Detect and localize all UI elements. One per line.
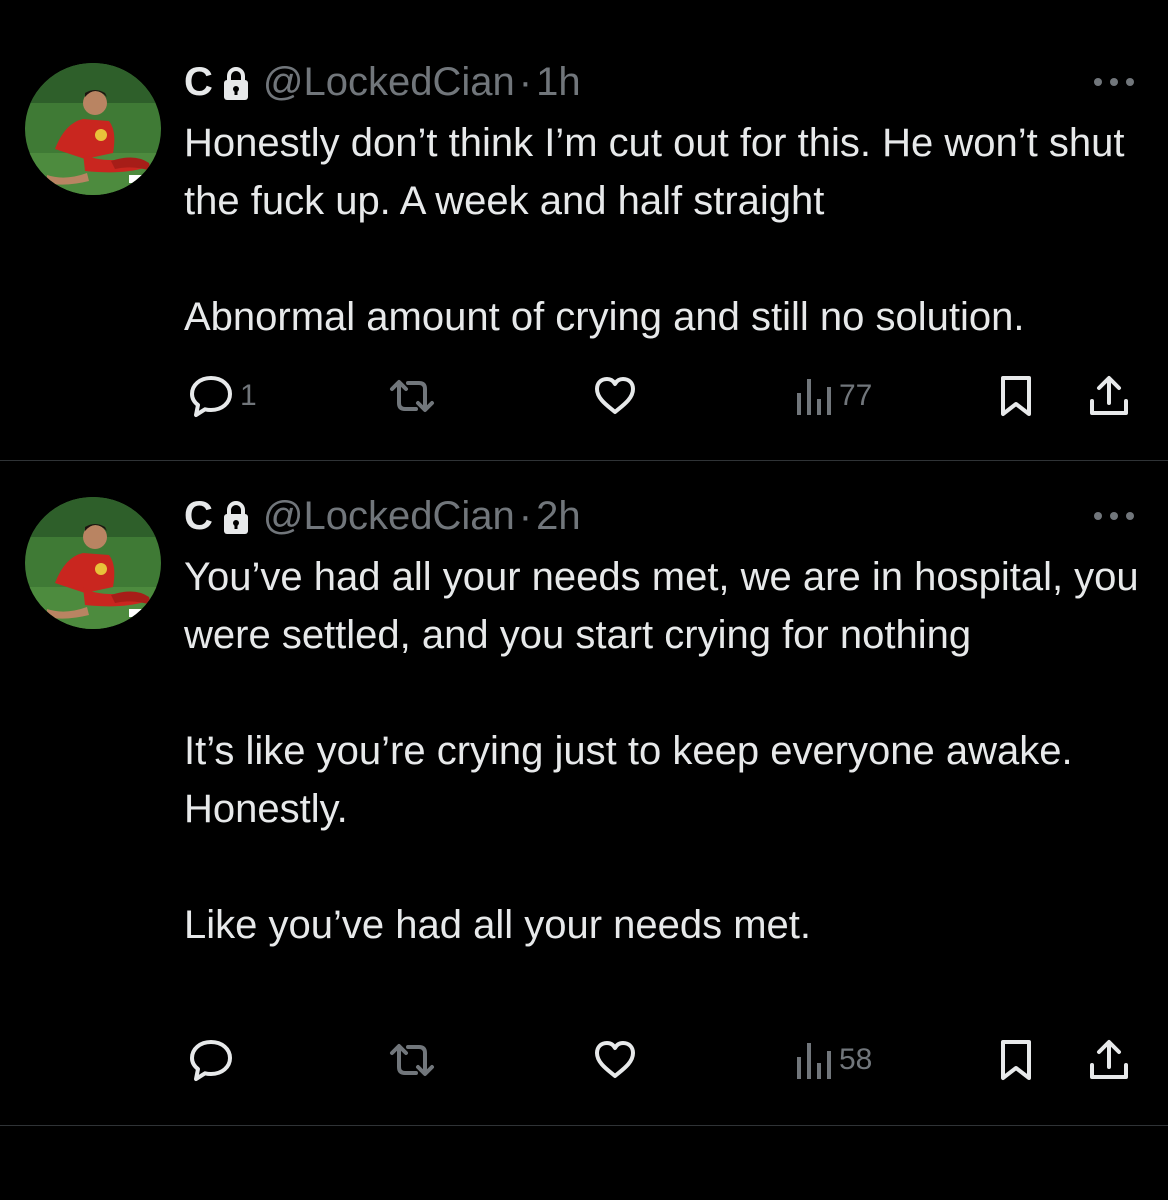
reply-button[interactable]: 1: [188, 371, 257, 421]
like-button[interactable]: [592, 1035, 644, 1085]
bookmark-icon: [996, 373, 1036, 419]
views-count: 58: [839, 1043, 873, 1076]
tweet-paragraph: It’s like you’re crying just to keep eve…: [184, 729, 1084, 831]
like-button[interactable]: [592, 371, 644, 421]
share-icon: [1086, 1037, 1132, 1083]
tweet-paragraph: Honestly don’t think I’m cut out for thi…: [184, 121, 1136, 223]
reply-button[interactable]: [188, 1035, 240, 1085]
retweet-button[interactable]: [386, 371, 444, 421]
views-button[interactable]: 77: [793, 371, 872, 421]
retweet-button[interactable]: [386, 1035, 444, 1085]
views-count: 77: [839, 379, 873, 412]
share-button[interactable]: [1086, 1035, 1132, 1085]
lock-icon: [223, 63, 249, 100]
tweet-text: Honestly don’t think I’m cut out for thi…: [184, 114, 1154, 346]
tweet[interactable]: C @LockedCian · 1h Honestly don’t think …: [0, 0, 1168, 460]
display-name[interactable]: C: [184, 491, 213, 541]
separator-dot: ·: [518, 60, 533, 104]
handle[interactable]: @LockedCian: [263, 57, 515, 107]
share-button[interactable]: [1086, 371, 1132, 421]
tweet-paragraph: You’ve had all your needs met, we are in…: [184, 555, 1150, 657]
timestamp[interactable]: 2h: [536, 491, 581, 541]
bookmark-icon: [996, 1037, 1036, 1083]
tweet-paragraph: Abnormal amount of crying and still no s…: [184, 295, 1025, 339]
handle[interactable]: @LockedCian: [263, 491, 515, 541]
heart-icon: [592, 373, 638, 419]
avatar[interactable]: [25, 63, 161, 195]
tweet-actions: 58: [0, 1035, 1168, 1085]
heart-icon: [592, 1037, 638, 1083]
divider: [0, 1125, 1168, 1126]
more-options-icon[interactable]: [1090, 72, 1138, 92]
avatar[interactable]: [25, 497, 161, 629]
reply-icon: [188, 373, 234, 419]
views-button[interactable]: 58: [793, 1035, 872, 1085]
retweet-icon: [386, 1037, 438, 1083]
views-icon: [793, 1037, 833, 1083]
reply-count: 1: [240, 379, 257, 412]
tweet-paragraph: Like you’ve had all your needs met.: [184, 903, 812, 947]
share-icon: [1086, 373, 1132, 419]
bookmark-button[interactable]: [996, 1035, 1036, 1085]
tweet-actions: 1 77: [0, 371, 1168, 421]
tweet-text: You’ve had all your needs met, we are in…: [184, 548, 1154, 954]
bookmark-button[interactable]: [996, 371, 1036, 421]
separator-dot: ·: [518, 494, 533, 538]
timestamp[interactable]: 1h: [536, 57, 581, 107]
reply-icon: [188, 1037, 234, 1083]
views-icon: [793, 373, 833, 419]
display-name[interactable]: C: [184, 57, 213, 107]
lock-icon: [223, 497, 249, 534]
more-options-icon[interactable]: [1090, 506, 1138, 526]
retweet-icon: [386, 373, 438, 419]
tweet[interactable]: C @LockedCian · 2h You’ve had all your n…: [0, 461, 1168, 1125]
